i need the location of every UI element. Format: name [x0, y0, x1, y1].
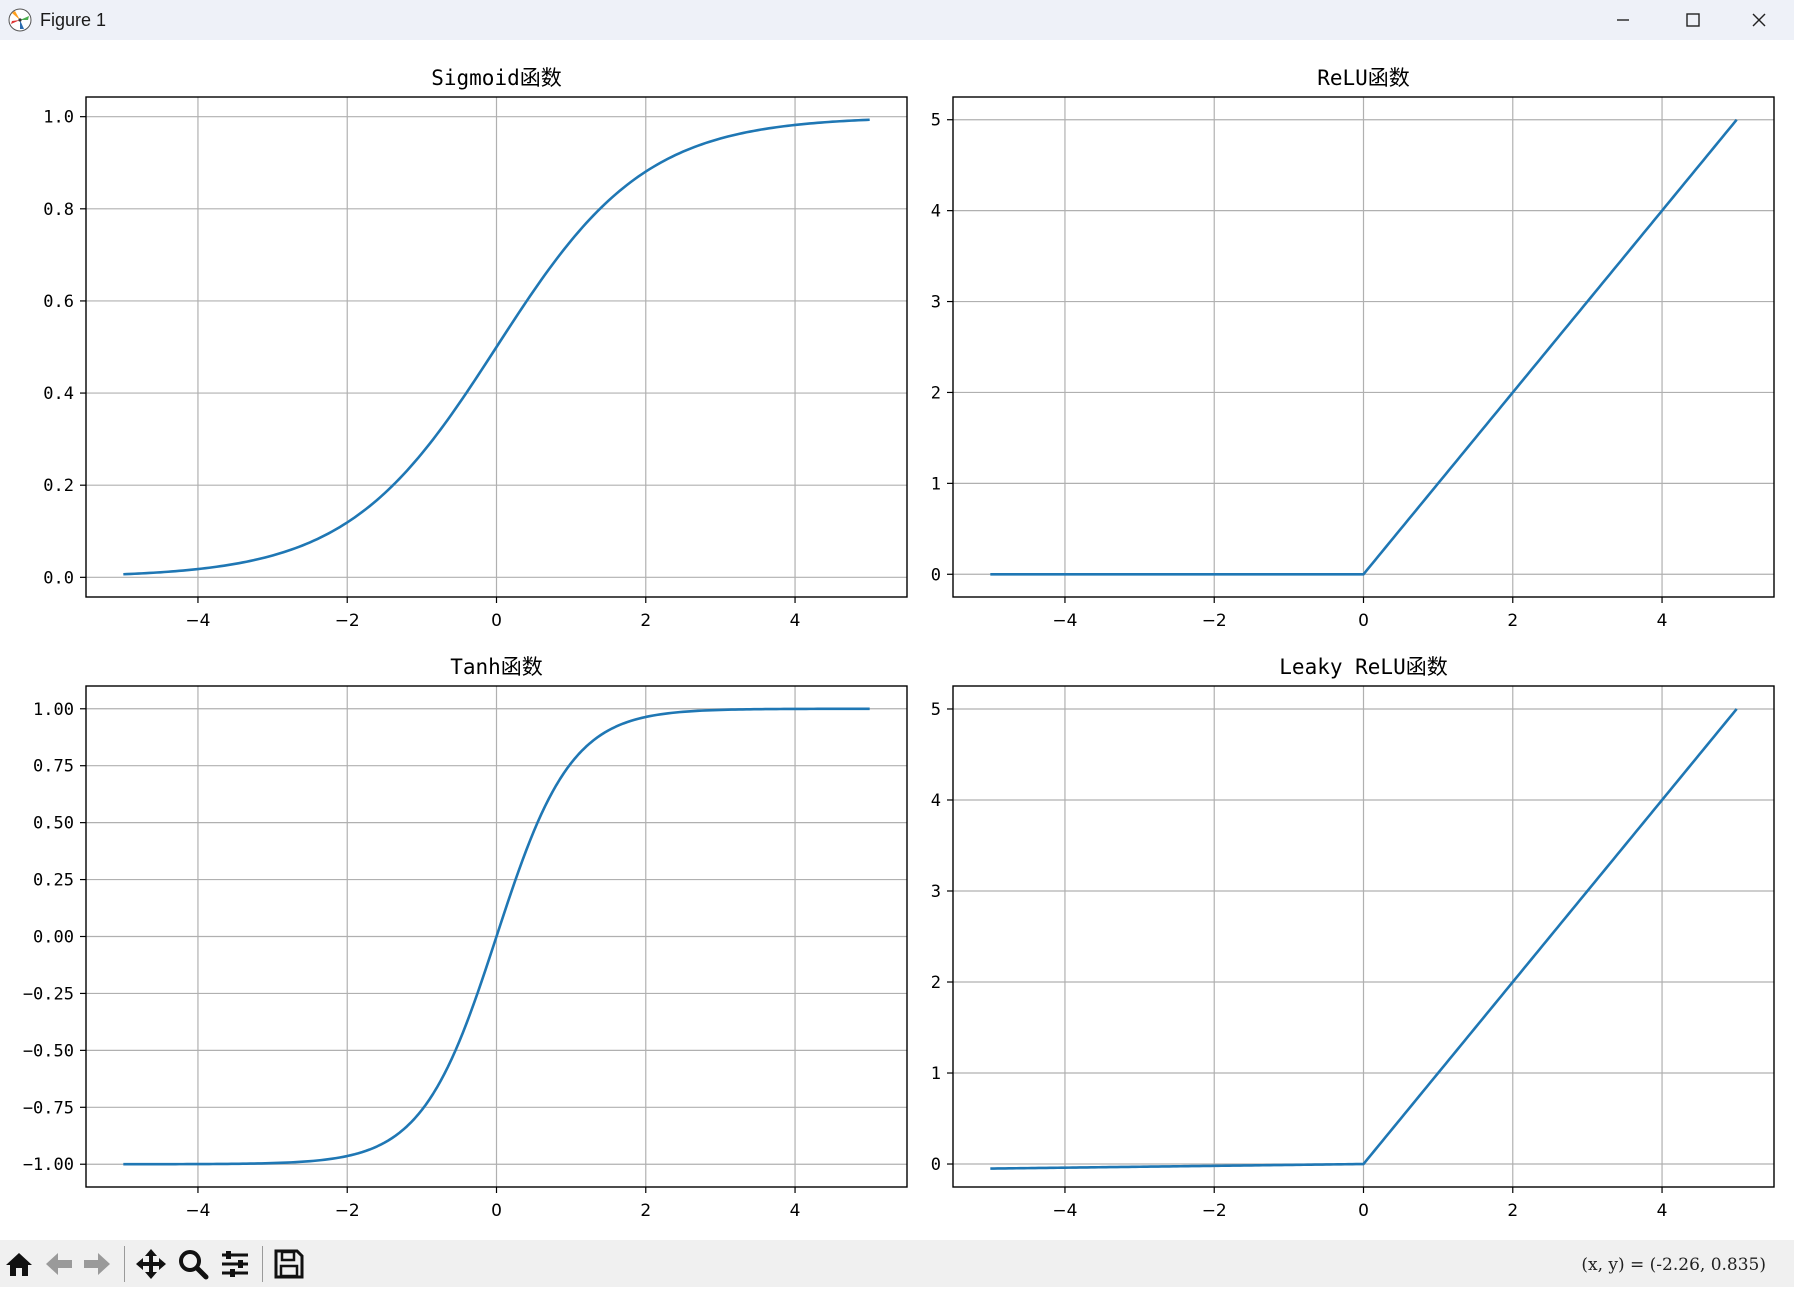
y-tick-label: 0 — [931, 1155, 941, 1175]
x-tick-label: 4 — [1657, 1201, 1668, 1221]
y-tick-label: 1 — [931, 1064, 941, 1084]
y-tick-label: −0.75 — [23, 1098, 74, 1118]
x-tick-label: 4 — [790, 1201, 801, 1221]
x-tick-label: 4 — [790, 611, 801, 631]
y-tick-label: −0.50 — [23, 1041, 74, 1061]
y-tick-label: 4 — [931, 202, 941, 222]
subplot-sigmoid: −4 −2 0 2 4 0.0 0.2 0.4 0.6 0.8 1.0 Sigmoid函数 — [43, 66, 908, 631]
configure-subplots-icon — [222, 1251, 248, 1277]
save-button[interactable] — [272, 1247, 306, 1281]
x-tick-label: −2 — [1202, 1201, 1227, 1221]
save-floppy-icon — [274, 1249, 304, 1279]
y-tick-label: 3 — [931, 882, 941, 902]
subplot-relu: −4 −2 0 2 4 0 1 2 3 4 5 ReLU函数 — [931, 66, 1775, 631]
y-tick-label: 0.2 — [43, 476, 74, 496]
forward-arrow-icon — [84, 1253, 110, 1275]
x-tick-label: 2 — [640, 611, 651, 631]
toolbar-separator — [262, 1246, 263, 1282]
subplot-title: Tanh函数 — [450, 655, 543, 679]
configure-subplots-button[interactable] — [218, 1247, 252, 1281]
subplot-title: Leaky ReLU函数 — [1279, 655, 1447, 679]
pan-move-icon — [136, 1249, 166, 1279]
back-arrow-icon — [46, 1253, 72, 1275]
x-tick-label: 2 — [1507, 1201, 1518, 1221]
close-icon — [1752, 13, 1766, 27]
maximize-button[interactable] — [1658, 0, 1728, 40]
title-bar: Figure 1 — [0, 0, 1794, 40]
home-icon — [6, 1253, 32, 1276]
x-tick-label: 2 — [1507, 611, 1518, 631]
x-tick-label: −4 — [185, 611, 210, 631]
y-tick-label: 1.0 — [43, 108, 74, 128]
forward-button[interactable] — [80, 1247, 114, 1281]
x-tick-label: −4 — [185, 1201, 210, 1221]
subplot-title: ReLU函数 — [1317, 66, 1410, 90]
x-tick-label: −4 — [1052, 611, 1077, 631]
y-tick-label: 1.00 — [33, 700, 74, 720]
y-tick-label: 0.4 — [43, 384, 74, 404]
y-tick-label: 1 — [931, 474, 941, 494]
x-tick-label: −2 — [1202, 611, 1227, 631]
subplot-tanh: −4 −2 0 2 4 −1.00 −0.75 −0.50 −0.25 0.00 0.25 0.50 0… — [23, 655, 908, 1221]
zoom-magnifier-icon — [179, 1250, 209, 1280]
y-tick-label: 0.00 — [33, 928, 74, 948]
x-tick-label: 0 — [1358, 1201, 1369, 1221]
window-title: Figure 1 — [40, 10, 107, 30]
y-tick-label: −1.00 — [23, 1155, 74, 1175]
minimize-button[interactable] — [1588, 0, 1658, 40]
figure-canvas[interactable]: −4 −2 0 2 4 0.0 0.2 0.4 0.6 0.8 1.0 Sigmoid函数 −4 −2 0 2… — [0, 40, 1794, 1240]
home-button[interactable] — [2, 1247, 36, 1281]
y-tick-label: 2 — [931, 973, 941, 993]
subplot-leaky_relu: −4 −2 0 2 4 0 1 2 3 4 5 Leaky ReLU函数 — [931, 655, 1775, 1221]
y-tick-label: 0.50 — [33, 814, 74, 834]
navigation-toolbar: (x, y) = (-2.26, 0.835) — [0, 1240, 1794, 1287]
y-tick-label: 0.8 — [43, 200, 74, 220]
y-tick-label: 0.6 — [43, 292, 74, 312]
y-tick-label: 4 — [931, 791, 941, 811]
pan-button[interactable] — [134, 1247, 168, 1281]
y-tick-label: 3 — [931, 293, 941, 313]
x-tick-label: 0 — [491, 611, 502, 631]
x-tick-label: 0 — [1358, 611, 1369, 631]
y-tick-label: 5 — [931, 111, 941, 131]
cursor-coordinates: (x, y) = (-2.26, 0.835) — [1581, 1255, 1766, 1275]
y-tick-label: 0 — [931, 565, 941, 585]
minimize-icon — [1617, 19, 1629, 21]
x-tick-label: 2 — [640, 1201, 651, 1221]
x-tick-label: −4 — [1052, 1201, 1077, 1221]
y-tick-label: 2 — [931, 383, 941, 403]
maximize-icon — [1686, 13, 1700, 27]
subplot-title: Sigmoid函数 — [431, 66, 562, 90]
y-tick-label: −0.25 — [23, 984, 74, 1004]
y-tick-label: 0.75 — [33, 757, 74, 777]
close-button[interactable] — [1724, 0, 1794, 40]
back-button[interactable] — [42, 1247, 76, 1281]
y-tick-label: 0.25 — [33, 871, 74, 891]
x-tick-label: −2 — [335, 1201, 360, 1221]
zoom-button[interactable] — [176, 1247, 210, 1281]
x-tick-label: 0 — [491, 1201, 502, 1221]
x-tick-label: 4 — [1657, 611, 1668, 631]
y-tick-label: 5 — [931, 700, 941, 720]
y-tick-label: 0.0 — [43, 568, 74, 588]
toolbar-separator — [124, 1246, 125, 1282]
x-tick-label: −2 — [335, 611, 360, 631]
matplotlib-app-icon — [8, 8, 32, 32]
